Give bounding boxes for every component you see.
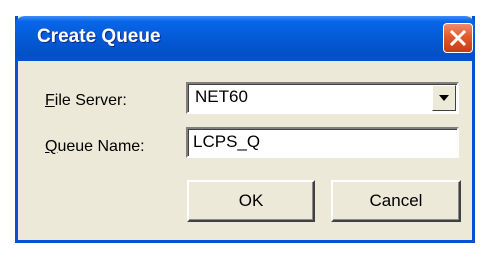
file-server-label-rest: ile Server: (54, 92, 127, 109)
close-icon (450, 30, 466, 46)
queue-name-field[interactable] (186, 127, 459, 158)
file-server-value: NET60 (195, 87, 248, 106)
ok-button[interactable]: OK (187, 180, 315, 222)
window-title: Create Queue (37, 26, 161, 47)
title-bar: Create Queue (15, 16, 475, 61)
queue-name-label-accel: Q (45, 138, 58, 155)
file-server-select[interactable]: NET60 (186, 82, 459, 114)
file-server-dropdown-button[interactable] (432, 85, 456, 111)
file-server-label: File Server: (45, 92, 127, 110)
chevron-down-icon (439, 95, 449, 101)
queue-name-input[interactable] (193, 131, 448, 153)
queue-name-label-rest: ueue Name: (57, 138, 145, 155)
cancel-button[interactable]: Cancel (331, 180, 461, 222)
close-button[interactable] (443, 23, 473, 53)
file-server-label-accel: F (45, 92, 55, 109)
queue-name-label: Queue Name: (45, 138, 145, 156)
